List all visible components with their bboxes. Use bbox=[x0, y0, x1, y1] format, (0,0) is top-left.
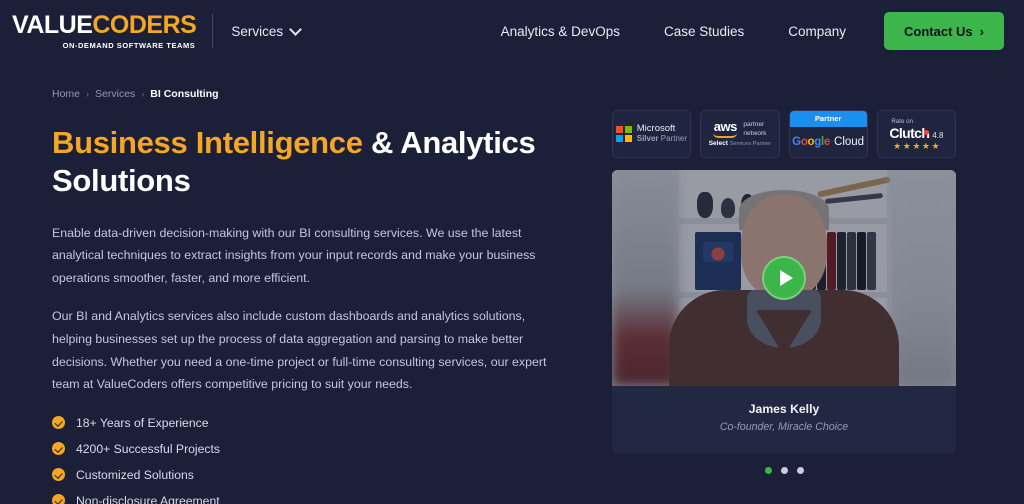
video-thumbnail[interactable] bbox=[612, 170, 956, 386]
logo-word-coders: CODERS bbox=[92, 10, 197, 39]
chevron-down-icon bbox=[289, 22, 302, 36]
google-logo-icon: Google bbox=[792, 135, 831, 148]
badge-google-cloud-partner: Partner Google Cloud bbox=[788, 110, 868, 158]
feature-list: 18+ Years of Experience 4200+ Successful… bbox=[52, 416, 572, 504]
aws-pn-line2: network bbox=[743, 129, 767, 137]
google-partner-banner: Partner bbox=[789, 111, 867, 127]
header-divider bbox=[212, 14, 214, 48]
clutch-dot-icon bbox=[923, 129, 929, 135]
badge-microsoft-silver-partner: Microsoft Silver Partner bbox=[612, 110, 692, 158]
hero-section: Business Intelligence & Analytics Soluti… bbox=[0, 100, 1024, 504]
breadcrumb-item-services[interactable]: Services bbox=[95, 88, 135, 100]
star-icon: ★ bbox=[931, 140, 940, 151]
page-title-highlight: Business Intelligence bbox=[52, 125, 363, 160]
breadcrumb: Home › Services › BI Consulting bbox=[0, 62, 1024, 100]
aws-pn-line1: partner bbox=[743, 121, 765, 129]
aws-wordmark: aws bbox=[713, 119, 738, 135]
star-icon: ★ bbox=[912, 140, 921, 151]
check-circle-icon bbox=[52, 416, 65, 430]
badge-aws-partner-network: aws partner network Select Services Part… bbox=[700, 110, 780, 158]
testimonial-video-card: James Kelly Co-founder, Miracle Choice bbox=[612, 170, 956, 453]
nav-item-analytics-devops[interactable]: Analytics & DevOps bbox=[479, 24, 642, 39]
site-header: VALUECODERS ON-DEMAND SOFTWARE TEAMS Ser… bbox=[0, 0, 1024, 62]
carousel-dot-1[interactable] bbox=[764, 467, 772, 474]
breadcrumb-separator: › bbox=[141, 89, 145, 99]
aws-select-strong: Select bbox=[708, 139, 730, 147]
clutch-score: 4.8 bbox=[932, 130, 944, 140]
breadcrumb-item-home[interactable]: Home bbox=[52, 88, 80, 100]
aws-logo-icon: aws bbox=[713, 119, 738, 138]
contact-us-label: Contact Us bbox=[904, 23, 973, 39]
nav-item-company[interactable]: Company bbox=[766, 24, 868, 39]
list-item: Non-disclosure Agreement bbox=[52, 494, 572, 504]
site-logo[interactable]: VALUECODERS ON-DEMAND SOFTWARE TEAMS bbox=[8, 10, 197, 50]
page-title: Business Intelligence & Analytics Soluti… bbox=[52, 124, 572, 200]
carousel-dot-3[interactable] bbox=[796, 467, 804, 474]
hero-paragraph-2: Our BI and Analytics services also inclu… bbox=[52, 309, 547, 392]
badge-clutch-rating: Rate on Clutch 4.8 ★ ★ ★ ★ ★ bbox=[876, 110, 956, 158]
primary-nav: Analytics & DevOps Case Studies Company … bbox=[479, 12, 1004, 50]
carousel-dot-2[interactable] bbox=[780, 467, 788, 474]
chevron-right-icon: › bbox=[979, 23, 984, 39]
star-icon: ★ bbox=[893, 140, 902, 151]
google-cloud-label: Cloud bbox=[834, 135, 865, 148]
star-icon: ★ bbox=[921, 140, 930, 151]
breadcrumb-separator: › bbox=[86, 89, 90, 99]
list-item: Customized Solutions bbox=[52, 468, 572, 482]
logo-wordmark: VALUECODERS bbox=[12, 10, 197, 39]
check-circle-icon bbox=[52, 468, 65, 482]
feature-label: 18+ Years of Experience bbox=[76, 415, 209, 430]
badge-line-2-rest: Partner bbox=[660, 133, 687, 143]
nav-item-case-studies[interactable]: Case Studies bbox=[642, 24, 766, 39]
logo-word-value: VALUE bbox=[12, 10, 93, 39]
breadcrumb-item-current: BI Consulting bbox=[150, 88, 219, 100]
hero-right-column: Microsoft Silver Partner aws partner net… bbox=[612, 110, 956, 504]
check-circle-icon bbox=[52, 442, 65, 456]
partner-badges: Microsoft Silver Partner aws partner net… bbox=[612, 110, 956, 158]
nav-item-services[interactable]: Services bbox=[231, 22, 302, 39]
play-icon[interactable] bbox=[762, 256, 806, 300]
nav-item-services-label: Services bbox=[231, 23, 284, 39]
aws-select-rest: Services Partner bbox=[729, 140, 772, 147]
hero-paragraph-1: Enable data-driven decision-making with … bbox=[52, 225, 536, 285]
carousel-dots bbox=[612, 467, 956, 474]
logo-tagline: ON-DEMAND SOFTWARE TEAMS bbox=[62, 40, 196, 50]
check-circle-icon bbox=[52, 494, 65, 504]
testimonial-meta: James Kelly Co-founder, Miracle Choice bbox=[612, 386, 956, 453]
list-item: 18+ Years of Experience bbox=[52, 416, 572, 430]
testimonial-author-name: James Kelly bbox=[748, 402, 820, 416]
badge-line-2-strong: Silver bbox=[636, 133, 661, 143]
clutch-rate-on-label: Rate on bbox=[891, 117, 913, 125]
contact-us-button[interactable]: Contact Us › bbox=[884, 12, 1004, 50]
testimonial-author-role: Co-founder, Miracle Choice bbox=[719, 421, 849, 433]
feature-label: Customized Solutions bbox=[76, 467, 194, 482]
hero-left-column: Business Intelligence & Analytics Soluti… bbox=[52, 124, 572, 504]
star-icon: ★ bbox=[902, 140, 911, 151]
clutch-stars: ★ ★ ★ ★ ★ bbox=[893, 140, 940, 151]
aws-swoosh-icon bbox=[713, 133, 738, 138]
feature-label: Non-disclosure Agreement bbox=[76, 493, 220, 504]
clutch-wordmark: Clutch bbox=[889, 124, 930, 141]
microsoft-logo-icon bbox=[616, 126, 632, 142]
list-item: 4200+ Successful Projects bbox=[52, 442, 572, 456]
feature-label: 4200+ Successful Projects bbox=[76, 441, 220, 456]
